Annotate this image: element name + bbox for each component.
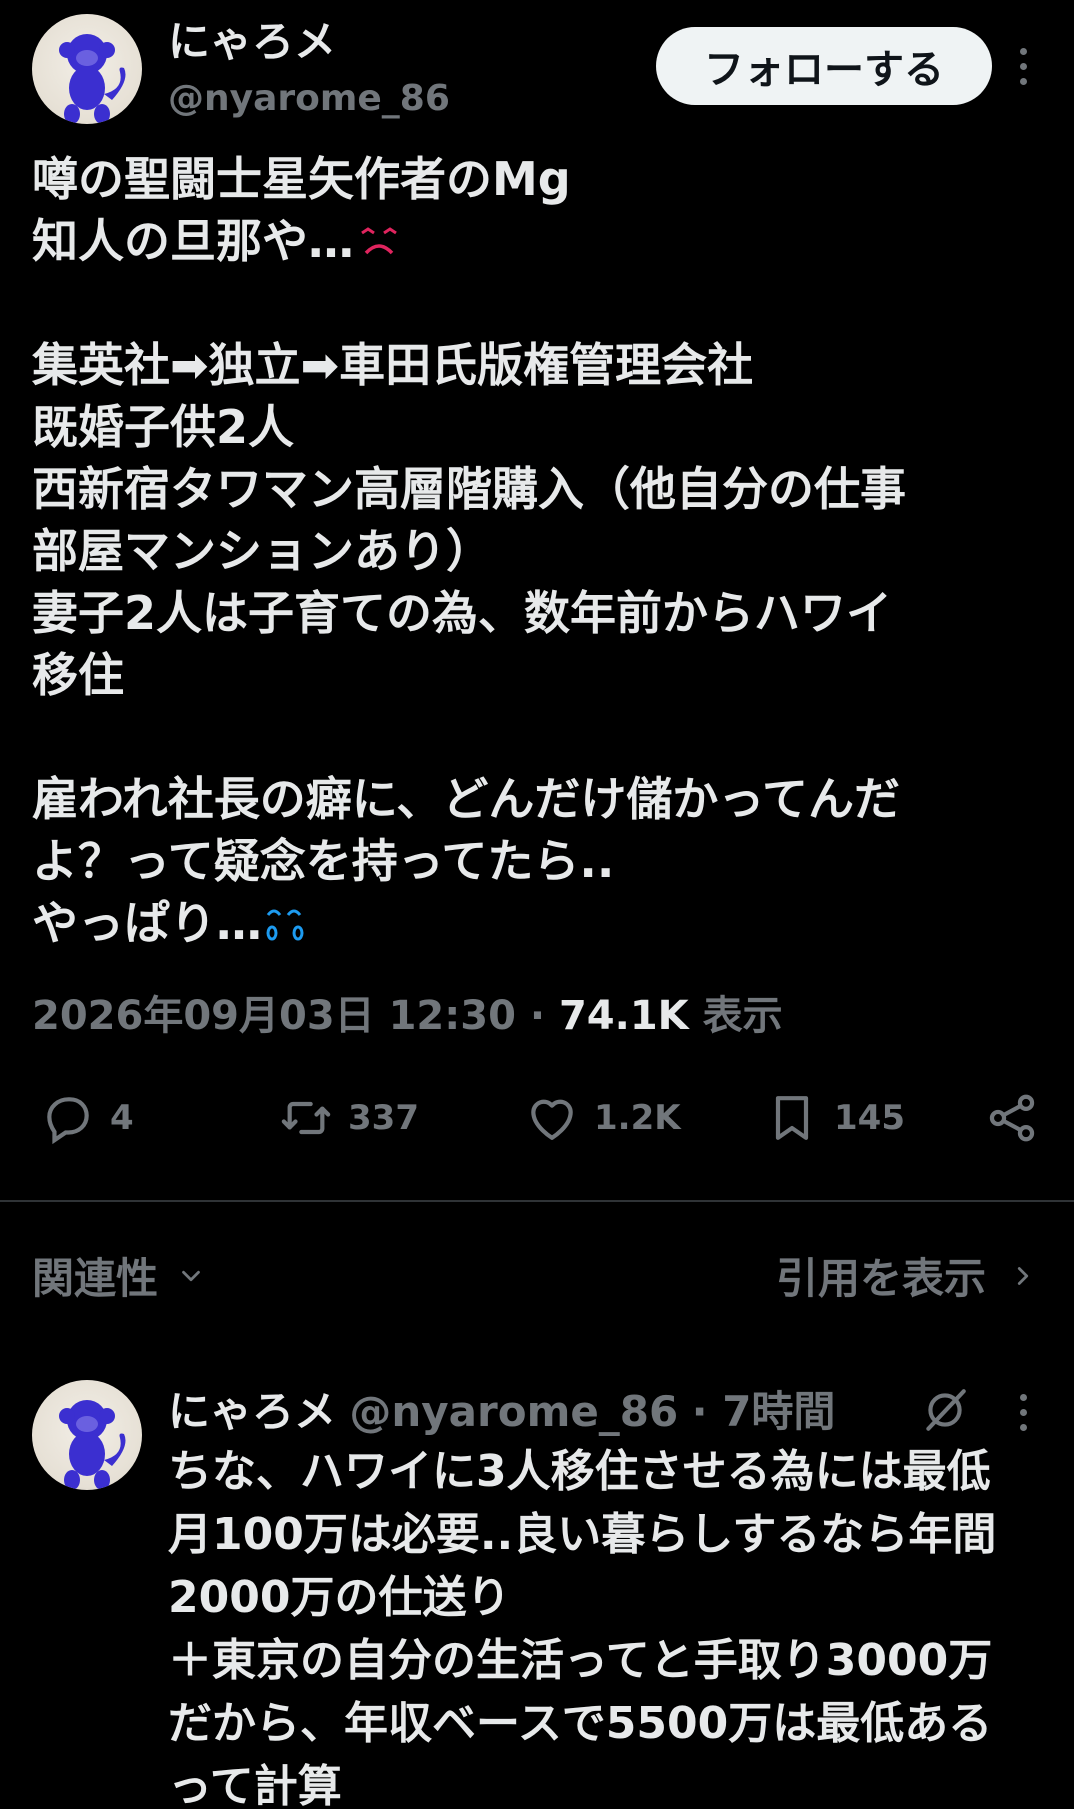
post-text-line-content: 西新宿タワマン高層階購入（他自分の仕事 [32, 462, 906, 516]
post-text-line: 噂の聖闘士星矢作者のMg [32, 148, 1062, 210]
follow-button[interactable]: フォローする [656, 27, 992, 105]
like-button[interactable]: 1.2K [524, 1090, 681, 1146]
bookmark-count: 145 [834, 1098, 905, 1138]
monkey-avatar-icon [59, 1400, 126, 1490]
post-text-line-content: よ？って疑念を持ってたら.. [32, 834, 615, 888]
chevron-right-icon [1017, 1266, 1029, 1285]
reply-count: 4 [110, 1098, 134, 1138]
post-text-line-content: 集英社➡独立➡車田氏版権管理会社 [32, 338, 754, 392]
post-text-line-content: 知人の旦那や… [32, 214, 354, 268]
reply-text-line: 2000万の仕送り [168, 1572, 511, 1623]
heart-icon [531, 1099, 573, 1140]
confounded-face-emoji [354, 214, 404, 276]
quotes-label: 引用を表示 [775, 1254, 986, 1303]
meta-separator: · [515, 993, 559, 1039]
monkey-avatar-icon [59, 34, 126, 124]
sort-dropdown[interactable]: 関連性 [32, 1245, 206, 1306]
bookmark-button[interactable]: 145 [764, 1090, 905, 1146]
post-text-line-content: 既婚子供2人 [32, 400, 295, 454]
share-button[interactable] [984, 1090, 1040, 1146]
post-text-line: よ？って疑念を持ってたら.. [32, 830, 1062, 892]
post-text-line [32, 272, 1062, 334]
reply-text-line: ちな、ハワイに3人移住させる為には最低 [168, 1446, 991, 1497]
views-label: 表示 [688, 993, 783, 1039]
section-divider [0, 1200, 1074, 1202]
post-text-line: 妻子2人は子育ての為、数年前からハワイ [32, 582, 1062, 644]
reply-author-name[interactable]: にゃろメ [168, 1387, 336, 1436]
reply-more-options-icon[interactable] [1020, 1394, 1027, 1431]
like-count: 1.2K [594, 1098, 681, 1138]
sort-label: 関連性 [32, 1254, 159, 1303]
post-text-line-content: 噂の聖闘士星矢作者のMg [32, 152, 571, 206]
post-text-line-content: 移住 [32, 648, 124, 702]
reply-text: ちな、ハワイに3人移住させる為には最低 月100万は必要..良い暮らしするなら年間… [168, 1440, 1068, 1809]
post-text-line-content: 雇われ社長の癖に、どんだけ儲かってんだ [32, 772, 901, 826]
reply-author-avatar[interactable] [32, 1380, 142, 1490]
post-text-line-content: やっぱり… [32, 896, 262, 950]
author-handle[interactable]: @nyarome_86 [168, 78, 450, 119]
action-bar: 4 337 1.2K 145 [0, 1090, 1074, 1160]
sweat-droplets-emoji-icon [266, 909, 304, 940]
reply-text-line: ＋東京の自分の生活ってと手取り3000万 [168, 1635, 993, 1686]
reply-header: にゃろメ @nyarome_86 · 7時間 [168, 1378, 835, 1439]
post-text-line [32, 706, 1062, 768]
views-count: 74.1K [558, 993, 689, 1039]
more-options-icon[interactable] [1020, 48, 1027, 85]
author-name[interactable]: にゃろメ [168, 8, 336, 69]
post-text-line: 移住 [32, 644, 1062, 706]
reply-time[interactable]: · 7時間 [692, 1387, 836, 1436]
post-text-line: 西新宿タワマン高層階購入（他自分の仕事 [32, 458, 1062, 520]
repost-button[interactable]: 337 [278, 1090, 419, 1146]
view-quotes-link[interactable]: 引用を表示 [776, 1245, 1038, 1306]
post-text-line: 部屋マンションあり） [32, 520, 1062, 582]
reply-author-handle[interactable]: @nyarome_86 [349, 1387, 678, 1436]
repost-count: 337 [348, 1098, 419, 1138]
reply-text-line: 月100万は必要..良い暮らしするなら年間 [168, 1509, 997, 1560]
post-text-line: 集英社➡独立➡車田氏版権管理会社 [32, 334, 1062, 396]
post-text-line: 既婚子供2人 [32, 396, 1062, 458]
sweat-droplets-emoji [262, 896, 308, 958]
reply-text-line: って計算 [168, 1761, 342, 1809]
post-text-line-content: 妻子2人は子育ての為、数年前からハワイ [32, 586, 893, 640]
confounded-face-emoji-icon [361, 226, 397, 254]
grok-icon[interactable] [920, 1385, 970, 1435]
bookmark-icon [775, 1096, 809, 1140]
reply-icon [47, 1097, 89, 1145]
post-text-line: やっぱり… [32, 892, 1062, 954]
share-icon [989, 1094, 1035, 1142]
post-text: 噂の聖闘士星矢作者のMg 知人の旦那や… 集英社➡独立➡車田氏版権管理会社 既婚子供2… [32, 148, 1062, 954]
repost-icon [281, 1101, 331, 1135]
post-text-line: 雇われ社長の癖に、どんだけ儲かってんだ [32, 768, 1062, 830]
reply-text-line: だから、年収ベースで5500万は最低ある [168, 1698, 993, 1749]
post-meta: 2026年09月03日 12:30 · 74.1K 表示 [32, 983, 783, 1041]
post-text-line: 知人の旦那や… [32, 210, 1062, 272]
author-avatar[interactable] [32, 14, 142, 124]
post-timestamp[interactable]: 2026年09月03日 12:30 [32, 993, 516, 1039]
chevron-down-icon [182, 1270, 200, 1281]
reply-button[interactable]: 4 [40, 1090, 134, 1146]
post-text-line-content: 部屋マンションあり） [32, 524, 492, 578]
